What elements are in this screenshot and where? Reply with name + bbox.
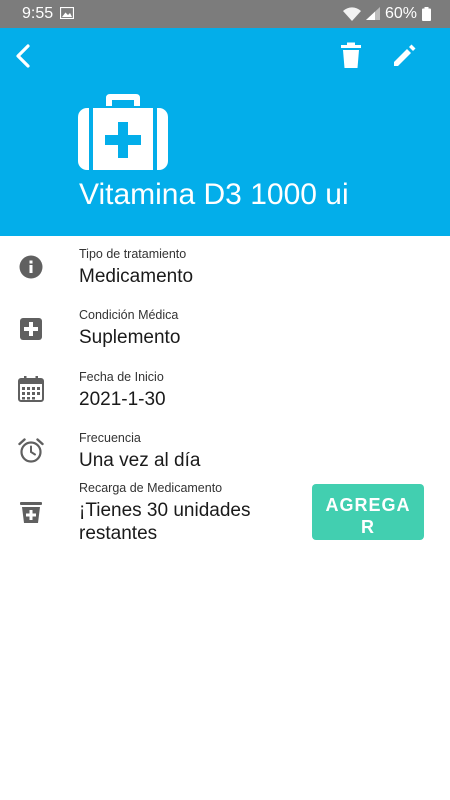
medical-kit-icon bbox=[78, 94, 168, 170]
wifi-icon bbox=[343, 7, 361, 21]
medical-condition-value: Suplemento bbox=[79, 327, 181, 348]
back-arrow-icon[interactable] bbox=[10, 42, 38, 70]
medical-condition-label: Condición Médica bbox=[79, 308, 179, 322]
treatment-type-label: Tipo de tratamiento bbox=[79, 247, 187, 261]
medication-title: Vitamina D3 1000 ui bbox=[79, 178, 349, 211]
status-time: 9:55 bbox=[22, 5, 54, 22]
add-refill-button-label: AGREGAR bbox=[325, 495, 411, 537]
alarm-clock-icon bbox=[18, 438, 44, 463]
status-bar: 9:55 60% bbox=[0, 0, 450, 28]
info-icon bbox=[19, 255, 43, 279]
start-date-value: 2021-1-30 bbox=[79, 389, 166, 410]
battery-percent: 60% bbox=[385, 5, 418, 22]
image-notification-icon bbox=[60, 7, 74, 19]
start-date-label: Fecha de Inicio bbox=[79, 370, 164, 384]
frequency-label: Frecuencia bbox=[79, 431, 141, 445]
pencil-icon[interactable] bbox=[390, 42, 418, 70]
refill-value: ¡Tienes 30 unidades restantes bbox=[79, 500, 251, 544]
refill-label: Recarga de Medicamento bbox=[79, 481, 223, 495]
medication-header: Vitamina D3 1000 ui bbox=[0, 28, 450, 236]
medical-cross-icon bbox=[20, 318, 42, 340]
treatment-type-value: Medicamento bbox=[79, 266, 194, 287]
calendar-icon bbox=[18, 376, 44, 402]
add-refill-button[interactable]: AGREGAR bbox=[312, 484, 424, 540]
frequency-value: Una vez al día bbox=[79, 450, 201, 471]
pill-refill-icon bbox=[20, 502, 42, 523]
signal-icon bbox=[366, 7, 380, 20]
battery-icon bbox=[422, 7, 431, 21]
trash-icon[interactable] bbox=[338, 42, 364, 70]
